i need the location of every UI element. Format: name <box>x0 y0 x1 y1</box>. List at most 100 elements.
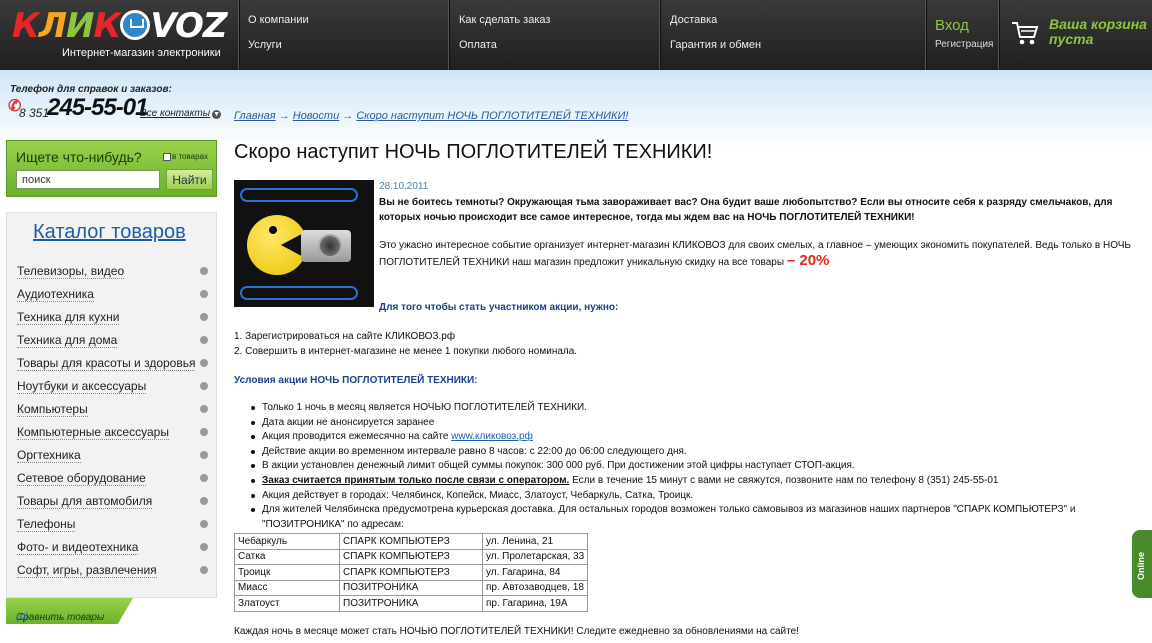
online-chat-tab[interactable]: Online <box>1132 530 1152 598</box>
chevron-down-icon: ▼ <box>212 110 222 119</box>
catalog-item[interactable]: Фото- и видеотехника <box>7 535 218 558</box>
chevron-right-icon <box>200 359 208 367</box>
chevron-right-icon <box>200 336 208 344</box>
body-line: Это ужасно интересное событие организует… <box>379 240 1131 251</box>
breadcrumb: Главная → Новости → Скоро наступит НОЧЬ … <box>234 110 628 122</box>
compare-text: Сравнить товары <box>16 612 105 623</box>
decor-bar <box>240 188 358 202</box>
chevron-right-icon <box>200 313 208 321</box>
catalog-title[interactable]: Каталог товаров <box>33 221 186 244</box>
steps-heading: Для того чтобы стать участником акции, н… <box>379 302 619 313</box>
catalog-item[interactable]: Товары для автомобиля <box>7 489 218 512</box>
address-cell: пр. Гагарина, 19А <box>481 595 589 612</box>
catalog-item[interactable]: Телевизоры, видео <box>7 259 218 282</box>
breadcrumb-news[interactable]: Новости <box>293 110 339 122</box>
search-title: Ищете что-нибудь? <box>16 149 142 165</box>
partner-cell: ПОЗИТРОНИКА <box>339 579 483 596</box>
partner-cell: СПАРК КОМПЬЮТЕРЗ <box>339 548 483 565</box>
catalog-item-label: Сетевое оборудование <box>17 471 146 486</box>
chevron-right-icon <box>200 290 208 298</box>
conditions-list: Только 1 ночь в месяц является НОЧЬЮ ПОГ… <box>248 401 1078 532</box>
cart-block[interactable]: Ваша корзина пуста <box>999 0 1152 70</box>
address-cell: пр. Автозаводцев, 18 <box>481 579 589 596</box>
article-body: Это ужасно интересное событие организует… <box>379 238 1131 270</box>
catalog-item-label: Фото- и видеотехника <box>17 540 139 555</box>
address-row: Сатка СПАРК КОМПЬЮТЕРЗ ул. Пролетарская, 3… <box>234 548 589 565</box>
compare-count: (0) <box>16 612 29 623</box>
catalog-item[interactable]: Сетевое оборудование <box>7 466 218 489</box>
address-cell: ул. Пролетарская, 33 <box>481 548 589 565</box>
site-link[interactable]: www.кликовоз.рф <box>451 431 533 442</box>
compare-products-link[interactable]: Сравнить товары (0) <box>6 598 133 624</box>
condition-emphasis: Заказ считается принятым только после св… <box>262 474 570 486</box>
partner-cell: СПАРК КОМПЬЮТЕРЗ <box>339 564 483 581</box>
condition-item: Акция проводится ежемесячно на сайте www… <box>248 430 1078 445</box>
nav-about[interactable]: О компании <box>248 14 309 26</box>
chevron-right-icon <box>200 382 208 390</box>
article-footer-note: Каждая ночь в месяце может стать НОЧЬЮ П… <box>234 626 799 637</box>
nav-delivery[interactable]: Доставка <box>670 14 717 26</box>
online-tab-label: Online <box>1136 551 1146 580</box>
promo-image <box>234 180 374 307</box>
step-item: 1. Зарегистрироваться на сайте КЛИКОВОЗ.… <box>234 331 456 342</box>
search-button[interactable]: Найти <box>166 169 213 190</box>
catalog-item[interactable]: Телефоны <box>7 512 218 535</box>
search-in-products-checkbox[interactable]: в товарах <box>163 152 208 161</box>
condition-item: Для жителей Челябинска предусмотрена кур… <box>248 503 1078 532</box>
breadcrumb-separator: → <box>342 110 354 122</box>
chevron-right-icon <box>200 543 208 551</box>
address-cell: ул. Ленина, 21 <box>481 533 589 550</box>
partner-cell: ПОЗИТРОНИКА <box>339 595 483 612</box>
site-logo[interactable]: КЛИК VOZ Интернет-магазин электроники <box>12 6 228 62</box>
login-link[interactable]: Вход <box>935 17 969 34</box>
catalog-item[interactable]: Техника для дома <box>7 328 218 351</box>
city-cell: Чебаркуль <box>234 533 340 550</box>
catalog-item[interactable]: Компьютерные аксессуары <box>7 420 218 443</box>
breadcrumb-home[interactable]: Главная <box>234 110 276 122</box>
shopping-cart-icon <box>1012 22 1039 45</box>
catalog-item-label: Техника для кухни <box>17 310 120 325</box>
search-input[interactable] <box>16 170 160 189</box>
catalog-item[interactable]: Техника для кухни <box>7 305 218 328</box>
pacman-eye <box>269 226 277 234</box>
nav-warranty[interactable]: Гарантия и обмен <box>670 39 761 51</box>
catalog-item[interactable]: Софт, игры, развлечения <box>7 558 218 581</box>
nav-payment[interactable]: Оплата <box>459 39 497 51</box>
logo-suffix: VOZ <box>150 6 227 46</box>
city-cell: Златоуст <box>234 595 340 612</box>
breadcrumb-current[interactable]: Скоро наступит НОЧЬ ПОГЛОТИТЕЛЕЙ ТЕХНИКИ… <box>356 110 628 122</box>
catalog-item[interactable]: Компьютеры <box>7 397 218 420</box>
catalog-panel: Каталог товаров Телевизоры, видео Аудиот… <box>6 212 217 598</box>
chevron-right-icon <box>200 405 208 413</box>
nav-services[interactable]: Услуги <box>248 39 282 51</box>
phone-code: 8 351 <box>19 106 50 120</box>
camera-lens <box>318 234 342 258</box>
catalog-list: Телевизоры, видео Аудиотехника Техника д… <box>7 259 218 581</box>
body-line: ПОГЛОТИТЕЛЕЙ ТЕХНИКИ наш магазин предлож… <box>379 257 785 268</box>
catalog-item-label: Товары для красоты и здоровья <box>17 356 196 371</box>
logo-tagline: Интернет-магазин электроники <box>62 47 221 59</box>
catalog-item-label: Ноутбуки и аксессуары <box>17 379 147 394</box>
catalog-item[interactable]: Товары для красоты и здоровья <box>7 351 218 374</box>
register-link[interactable]: Регистрация <box>935 39 993 50</box>
condition-item: Только 1 ночь в месяц является НОЧЬЮ ПОГ… <box>248 401 1078 416</box>
condition-item: Дата акции не анонсируется заранее <box>248 416 1078 431</box>
logo-cart-circle-icon <box>120 9 151 40</box>
header-divider <box>238 0 239 70</box>
steps-list: 1. Зарегистрироваться на сайте КЛИКОВОЗ.… <box>234 329 577 359</box>
catalog-item-label: Компьютеры <box>17 402 88 417</box>
page-title: Скоро наступит НОЧЬ ПОГЛОТИТЕЛЕЙ ТЕХНИКИ… <box>234 141 713 163</box>
login-block: Вход Регистрация <box>926 0 998 70</box>
discount-value: – 20% <box>786 252 830 269</box>
catalog-item[interactable]: Оргтехника <box>7 443 218 466</box>
nav-how-to-order[interactable]: Как сделать заказ <box>459 14 550 26</box>
catalog-item[interactable]: Ноутбуки и аксессуары <box>7 374 218 397</box>
all-contacts-link[interactable]: Все контакты ▼ <box>140 108 222 119</box>
decor-bar <box>240 286 358 300</box>
catalog-item-label: Оргтехника <box>17 448 81 463</box>
catalog-item[interactable]: Аудиотехника <box>7 282 218 305</box>
all-contacts-label: Все контакты <box>140 108 211 119</box>
city-cell: Сатка <box>234 548 340 565</box>
chevron-right-icon <box>200 451 208 459</box>
search-panel: Ищете что-нибудь? в товарах Найти <box>6 140 217 197</box>
